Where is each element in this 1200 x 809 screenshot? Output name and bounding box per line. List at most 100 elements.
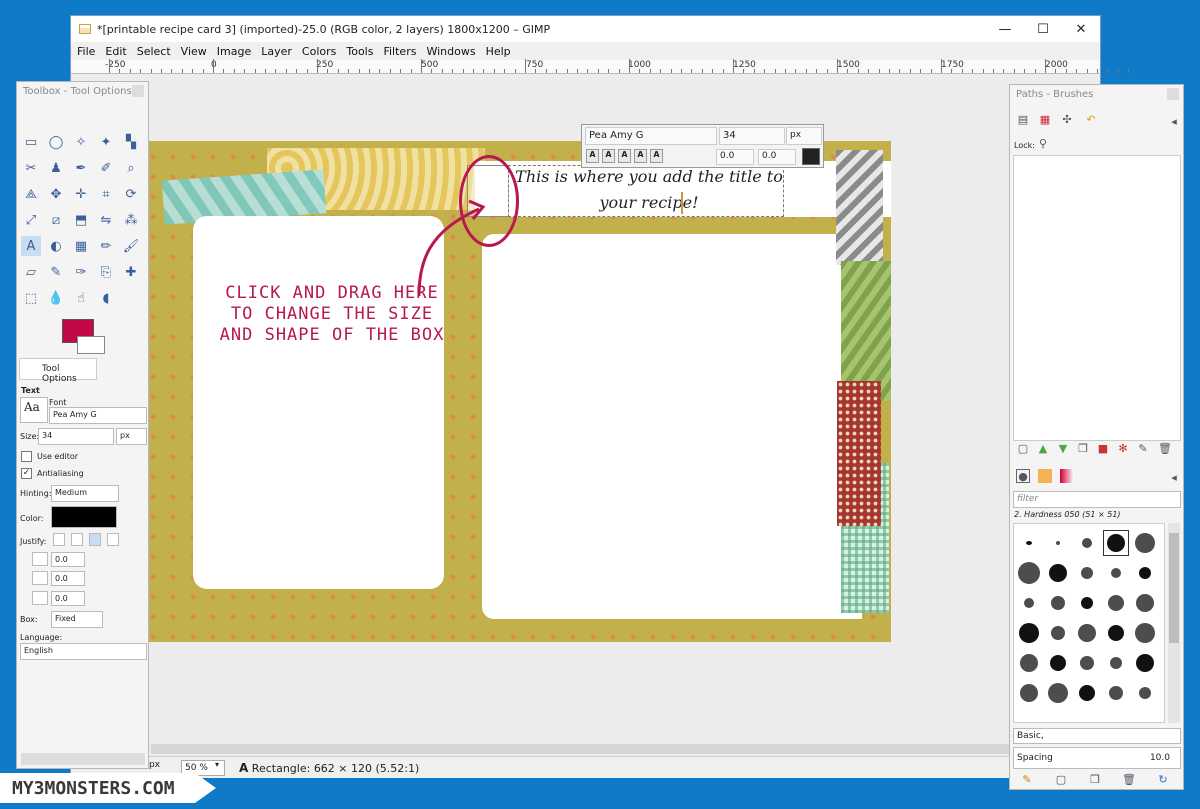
brush-item[interactable]	[1045, 620, 1071, 646]
brush-item[interactable]	[1016, 590, 1042, 616]
brush-item[interactable]	[1045, 560, 1071, 586]
unit-selector[interactable]: px	[149, 760, 169, 775]
recipe-card-image[interactable]: This is where you add the title to your …	[139, 141, 891, 642]
size-input[interactable]: 34	[38, 428, 114, 445]
dock-close-icon[interactable]	[132, 85, 144, 97]
flip-icon[interactable]: ⇋	[96, 210, 116, 230]
horizontal-scrollbar[interactable]	[151, 744, 1101, 754]
smudge-icon[interactable]: ☝	[71, 288, 91, 308]
brush-item[interactable]	[1132, 590, 1158, 616]
size-field[interactable]: 34	[719, 127, 785, 145]
brush-item[interactable]	[1103, 530, 1129, 556]
tab-tool-options[interactable]: Tool Options	[19, 358, 97, 384]
ellipse-select-icon[interactable]: ◯	[46, 132, 66, 152]
baseline-field[interactable]: 0.0	[716, 149, 754, 165]
spacing-slider[interactable]: Spacing 10.0	[1013, 747, 1181, 769]
bucket-fill-icon[interactable]: ◐	[46, 236, 66, 256]
new-path-icon[interactable]: ▢	[1016, 442, 1030, 456]
kerning-field[interactable]: 0.0	[758, 149, 796, 165]
foreground-select-icon[interactable]: ♟	[46, 158, 66, 178]
delete-brush-icon[interactable]: 🗑	[1122, 773, 1136, 787]
italic-icon[interactable]: A	[618, 149, 631, 163]
stroke-path-icon[interactable]: ✎	[1136, 442, 1150, 456]
horizontal-ruler[interactable]: -250 0 250 500 750 1000 1250 1500 1750 2…	[71, 59, 1130, 74]
font-field[interactable]: Pea Amy G	[585, 127, 717, 145]
size-unit-dropdown[interactable]: px	[116, 428, 147, 445]
letter-spacing-input[interactable]: 0.0	[51, 591, 85, 606]
clear-style-icon[interactable]: A	[586, 149, 599, 163]
dock-menu-icon[interactable]: ◂	[1167, 115, 1181, 129]
rect-select-icon[interactable]: ▭	[21, 132, 41, 152]
minimize-button[interactable]: —	[986, 16, 1024, 42]
brush-scrollbar[interactable]	[1168, 523, 1180, 723]
refresh-brushes-icon[interactable]: ↻	[1156, 773, 1170, 787]
recipe-title-text[interactable]: This is where you add the title to your …	[514, 164, 784, 214]
duplicate-brush-icon[interactable]: ❐	[1088, 773, 1102, 787]
close-button[interactable]: ✕	[1062, 16, 1100, 42]
brush-item[interactable]	[1045, 680, 1071, 706]
font-preview-icon[interactable]: Aa	[20, 397, 48, 423]
text-color-swatch[interactable]	[802, 148, 820, 165]
measure-icon[interactable]: ⟁	[21, 184, 41, 204]
menu-windows[interactable]: Windows	[426, 45, 475, 58]
brush-item[interactable]	[1132, 620, 1158, 646]
brush-item[interactable]	[1074, 620, 1100, 646]
brush-item[interactable]	[1103, 590, 1129, 616]
menu-tools[interactable]: Tools	[346, 45, 373, 58]
brush-preset-dropdown[interactable]: Basic,	[1013, 728, 1181, 744]
paths-list[interactable]	[1013, 155, 1181, 441]
brush-grid[interactable]	[1013, 523, 1165, 723]
use-editor-checkbox[interactable]	[21, 451, 32, 462]
toolbox-scrollbar[interactable]	[21, 753, 145, 765]
perspective-icon[interactable]: ⬒	[71, 210, 91, 230]
brush-item[interactable]	[1103, 560, 1129, 586]
text-tool-icon[interactable]: A	[21, 236, 41, 256]
new-brush-icon[interactable]: ▢	[1054, 773, 1068, 787]
antialiasing-checkbox[interactable]: ✓	[21, 468, 32, 479]
lock-icon[interactable]: ⚲	[1036, 137, 1050, 151]
duplicate-path-icon[interactable]: ❐	[1076, 442, 1090, 456]
rotate-icon[interactable]: ⟳	[121, 184, 141, 204]
brush-item[interactable]	[1074, 680, 1100, 706]
brush-item[interactable]	[1132, 650, 1158, 676]
hinting-dropdown[interactable]: Medium	[51, 485, 119, 502]
undo-history-tab-icon[interactable]: ↶	[1084, 113, 1098, 127]
channels-tab-icon[interactable]: ▦	[1038, 113, 1052, 127]
eraser-icon[interactable]: ▱	[21, 262, 41, 282]
brush-item[interactable]	[1074, 590, 1100, 616]
menu-help[interactable]: Help	[486, 45, 511, 58]
indent-input[interactable]: 0.0	[51, 552, 85, 567]
lower-path-icon[interactable]: ▼	[1056, 442, 1070, 456]
cage-icon[interactable]: ⁂	[121, 210, 141, 230]
dock-close-icon[interactable]	[1167, 88, 1179, 100]
edit-brush-icon[interactable]: ✎	[1020, 773, 1034, 787]
maximize-button[interactable]: ☐	[1024, 16, 1062, 42]
shear-icon[interactable]: ⧄	[46, 210, 66, 230]
ink-icon[interactable]: ✑	[71, 262, 91, 282]
dodge-burn-icon[interactable]: ◖	[96, 288, 116, 308]
brush-item[interactable]	[1074, 530, 1100, 556]
brush-item[interactable]	[1103, 680, 1129, 706]
font-input[interactable]: Pea Amy G	[49, 407, 147, 424]
brush-item[interactable]	[1103, 620, 1129, 646]
brushes-tab-icon[interactable]: ●	[1016, 469, 1030, 483]
pencil-icon[interactable]: ✏	[96, 236, 116, 256]
menu-image[interactable]: Image	[217, 45, 251, 58]
scale-icon[interactable]: ⤢	[21, 210, 41, 230]
crop-icon[interactable]: ⌗	[96, 184, 116, 204]
brush-item[interactable]	[1016, 530, 1042, 556]
brush-dock-menu-icon[interactable]: ◂	[1167, 471, 1181, 485]
bold-icon[interactable]: A	[602, 149, 615, 163]
brush-item[interactable]	[1074, 650, 1100, 676]
justify-right-icon[interactable]	[71, 533, 83, 546]
color-picker-icon[interactable]: ✐	[96, 158, 116, 178]
box-mode-dropdown[interactable]: Fixed	[51, 611, 103, 628]
brush-item[interactable]	[1045, 590, 1071, 616]
justify-fill-icon[interactable]	[107, 533, 119, 546]
unit-dropdown[interactable]: px	[786, 127, 822, 145]
menu-view[interactable]: View	[181, 45, 207, 58]
justify-center-icon[interactable]	[89, 533, 101, 546]
brush-item[interactable]	[1132, 530, 1158, 556]
background-color-swatch[interactable]	[77, 336, 105, 354]
menu-edit[interactable]: Edit	[105, 45, 126, 58]
